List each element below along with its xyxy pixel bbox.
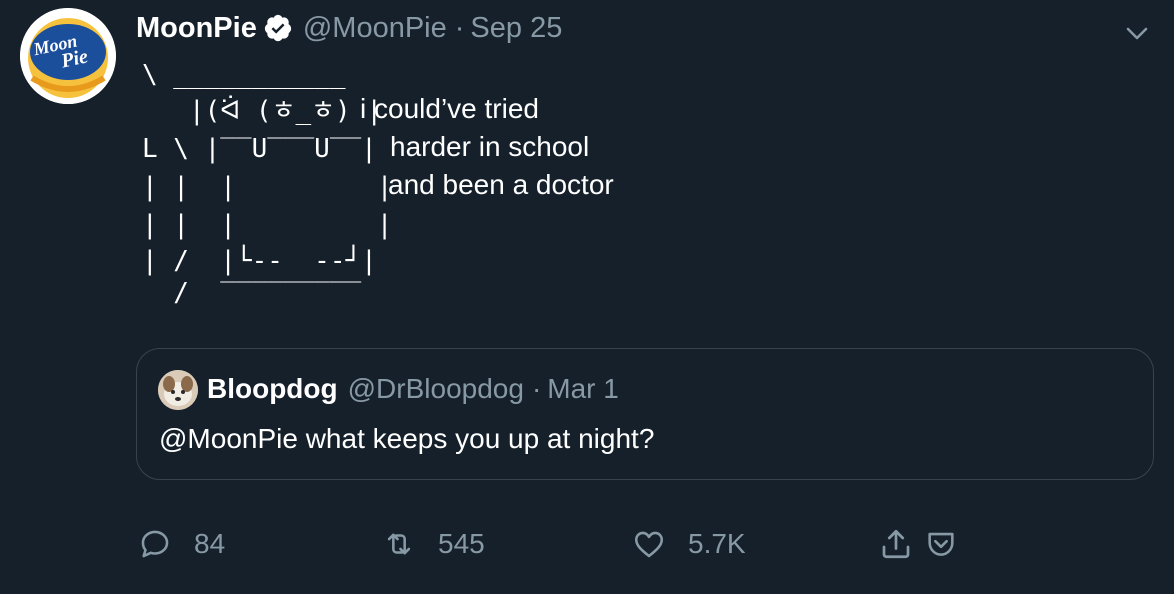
quoted-author-avatar[interactable] <box>158 370 198 410</box>
heart-icon <box>634 531 664 558</box>
art-line: |(ᐛ (ㅎ_ㅎ) | <box>142 96 383 126</box>
share-button[interactable] <box>878 520 914 568</box>
verified-badge-icon <box>263 13 293 43</box>
art-line: | | | | <box>142 172 393 202</box>
art-line: | / |└-- --┘| <box>142 246 377 276</box>
tweet-header: MoonPie @MoonPie · Sep 25 <box>136 10 562 46</box>
quoted-handle[interactable]: @DrBloopdog <box>348 371 524 407</box>
reply-count: 84 <box>194 528 226 559</box>
quoted-display-name[interactable]: Bloopdog <box>207 371 338 407</box>
quoted-tweet[interactable]: Bloopdog @DrBloopdog · Mar 1 @MoonPie wh… <box>136 348 1154 480</box>
tweet-text-line: harder in school <box>390 131 590 162</box>
chevron-down-icon[interactable] <box>1122 18 1152 48</box>
dog-avatar-image <box>158 370 198 410</box>
art-line: | | | | <box>142 210 393 240</box>
quoted-separator: · <box>531 373 542 404</box>
tweet-body: \ ___________ |(ᐛ (ㅎ_ㅎ) | L \ |‾‾U‾‾‾U‾‾… <box>142 52 742 322</box>
reply-bubble-icon <box>141 530 169 558</box>
quoted-text: @MoonPie what keeps you up at night? <box>159 423 655 454</box>
header-separator: · <box>454 12 465 44</box>
quoted-header: Bloopdog @DrBloopdog · Mar 1 <box>207 371 619 407</box>
quoted-timestamp[interactable]: Mar 1 <box>547 371 619 407</box>
pocket-button[interactable] <box>924 520 958 568</box>
share-upload-icon <box>882 529 910 559</box>
author-handle[interactable]: @MoonPie <box>303 10 447 46</box>
like-count: 5.7K <box>688 528 746 559</box>
reply-button[interactable]: 84 <box>138 520 225 568</box>
like-button[interactable]: 5.7K <box>632 520 746 568</box>
art-line: \ ___________ <box>142 60 346 90</box>
moonpie-logo: Moon Pie <box>20 8 116 104</box>
author-display-name[interactable]: MoonPie <box>136 10 257 46</box>
pocket-icon <box>928 532 954 556</box>
tweet-text-line: i could’ve tried <box>360 93 539 124</box>
tweet: Moon Pie MoonPie @MoonPie · Sep 25 \ ___… <box>0 0 1174 594</box>
retweet-button[interactable]: 545 <box>382 520 485 568</box>
tweet-text-line: and been a doctor <box>388 169 614 200</box>
retweet-icon <box>387 533 411 555</box>
tweet-timestamp[interactable]: Sep 25 <box>470 10 562 46</box>
tweet-actions: 84 545 5.7K <box>136 520 1036 568</box>
art-line: / ‾‾‾‾‾‾‾‾‾ <box>142 278 362 308</box>
author-avatar[interactable]: Moon Pie <box>20 8 116 104</box>
retweet-count: 545 <box>438 528 485 559</box>
art-line: L \ |‾‾U‾‾‾U‾‾| <box>142 134 377 164</box>
